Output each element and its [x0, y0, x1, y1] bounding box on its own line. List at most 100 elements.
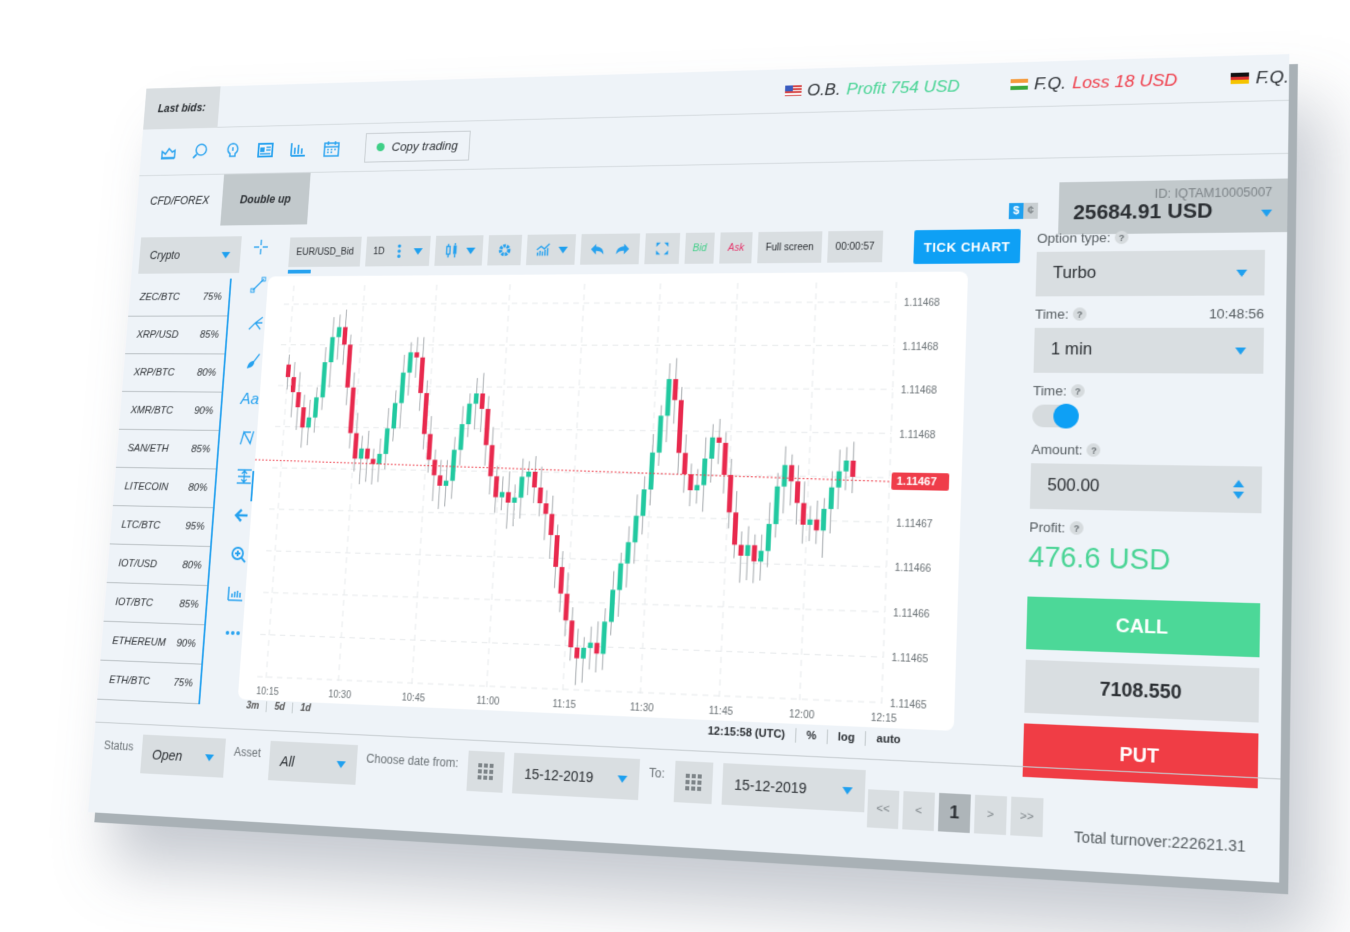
candle-down	[850, 460, 856, 477]
time-toggle-switch[interactable]	[1032, 404, 1080, 428]
current-page[interactable]: 1	[937, 792, 971, 834]
area-chart-icon[interactable]	[159, 143, 177, 161]
candle-up	[450, 449, 457, 481]
account-balance-dropdown[interactable]: ID: IQTAM10005007 25684.91 USD	[1058, 178, 1288, 235]
date-from-select[interactable]: 15-12-2019	[511, 752, 640, 801]
settings-button[interactable]	[487, 234, 523, 266]
prev-page-button[interactable]: <	[902, 791, 935, 832]
currency-toggle[interactable]: $ ¢	[1008, 202, 1039, 220]
last-page-button[interactable]: >>	[1010, 796, 1044, 838]
scale-percent[interactable]: %	[806, 730, 816, 743]
time-label: Time: ?	[1035, 306, 1087, 322]
help-icon[interactable]: ?	[1069, 521, 1084, 535]
period-3m[interactable]: 3m	[246, 701, 260, 712]
calendar-to-button[interactable]	[673, 760, 714, 805]
pitchfork-icon[interactable]	[246, 314, 265, 333]
asset-list[interactable]: ZEC/BTC 75% XRP/USD 85% XRP/BTC 80% XMR/BTC 90%…	[97, 278, 232, 705]
call-button[interactable]: CALL	[1026, 596, 1261, 658]
text-tool-icon[interactable]: Aa	[240, 390, 259, 409]
tick-chart-button[interactable]: TICK CHART	[913, 228, 1021, 265]
next-page-button[interactable]: >	[973, 794, 1008, 836]
increment-icon[interactable]	[1233, 479, 1245, 488]
first-page-button[interactable]: <<	[866, 789, 900, 830]
currency-dollar[interactable]: $	[1008, 202, 1024, 220]
status-select[interactable]: Open	[140, 734, 226, 778]
back-arrow-icon[interactable]	[232, 506, 251, 525]
period-1d[interactable]: 1d	[291, 702, 312, 715]
candle-down	[751, 545, 758, 562]
option-type-value: Turbo	[1052, 264, 1097, 283]
more-icon[interactable]	[223, 623, 242, 643]
tab-double-up[interactable]: Double up	[220, 172, 311, 226]
candle-up	[709, 437, 716, 459]
chevron-down-icon	[1236, 269, 1248, 277]
ask-button[interactable]: Ask	[719, 232, 753, 264]
asset-name: IOT/USD	[118, 557, 158, 571]
interval-select[interactable]: 1D	[365, 235, 431, 267]
asset-list-item[interactable]: ETH/BTC 75%	[97, 660, 202, 705]
copy-trading-button[interactable]: Copy trading	[364, 130, 471, 163]
asset-category-select[interactable]: Crypto	[138, 236, 242, 274]
currency-cent[interactable]: ¢	[1023, 202, 1039, 219]
indicators-select[interactable]	[525, 234, 576, 266]
amount-stepper[interactable]	[1232, 479, 1245, 500]
asset-list-item[interactable]: SAN/ETH 85%	[115, 429, 219, 470]
candle-wick	[337, 315, 340, 360]
time-select[interactable]: 1 min	[1033, 327, 1264, 374]
candle-up	[328, 337, 335, 363]
option-type-select[interactable]: Turbo	[1035, 249, 1266, 297]
brush-icon[interactable]	[243, 352, 262, 371]
asset-list-item[interactable]: LITECOIN 80%	[112, 467, 216, 509]
help-icon[interactable]: ?	[1070, 384, 1085, 398]
full-screen-button[interactable]: Full screen	[757, 231, 823, 264]
asset-list-item[interactable]: XRP/USD 85%	[125, 316, 228, 355]
help-icon[interactable]: ?	[1086, 443, 1101, 457]
symbol-tab[interactable]: EUR/USD_Bid	[288, 236, 362, 268]
ruler-icon[interactable]	[226, 584, 245, 604]
candle-down	[414, 352, 420, 358]
trend-line-icon[interactable]	[249, 276, 268, 295]
candlestick-chart[interactable]: 1.11468 1.11468 1.11468 1.11468 1.11467 1.114…	[238, 272, 968, 731]
period-5d[interactable]: 5d	[265, 701, 286, 714]
scale-auto[interactable]: auto	[876, 733, 901, 747]
date-to-select[interactable]: 15-12-2019	[721, 763, 866, 813]
crosshair-icon[interactable]	[252, 238, 271, 257]
gridline-vertical	[266, 286, 294, 681]
bid-result: Profit 754 USD	[846, 76, 961, 98]
asset-list-item[interactable]: IOT/BTC 85%	[103, 582, 208, 626]
help-icon[interactable]: ?	[1114, 230, 1129, 245]
y-tick-label: 1.11466	[893, 608, 931, 621]
asset-label: Asset	[233, 744, 262, 761]
asset-select[interactable]: All	[267, 740, 359, 785]
scale-log[interactable]: log	[838, 731, 855, 744]
asset-list-item[interactable]: XRP/BTC 80%	[121, 354, 225, 393]
calendar-icon[interactable]	[322, 139, 341, 158]
tab-cfd-forex[interactable]: CFD/FOREX	[135, 175, 224, 227]
candle-down	[483, 408, 491, 446]
decrement-icon[interactable]	[1232, 491, 1245, 500]
time-value: 1 min	[1050, 341, 1093, 359]
asset-list-item[interactable]: ETHEREUM 90%	[100, 621, 205, 665]
bid-button[interactable]: Bid	[684, 232, 716, 264]
pattern-icon[interactable]	[238, 428, 257, 447]
calendar-from-button[interactable]	[466, 750, 505, 793]
expand-button[interactable]	[644, 232, 681, 265]
price-chart[interactable]: 1.11468 1.11468 1.11468 1.11468 1.11467 1.114…	[237, 271, 969, 731]
news-icon[interactable]	[256, 140, 275, 159]
asset-list-item[interactable]: IOT/USD 80%	[106, 544, 211, 587]
globe-search-icon[interactable]	[191, 142, 209, 160]
redo-icon[interactable]	[612, 239, 632, 258]
lightbulb-icon[interactable]	[224, 141, 242, 160]
candle-wick	[740, 531, 742, 582]
asset-list-item[interactable]: XMR/BTC 90%	[118, 391, 222, 431]
undo-icon[interactable]	[588, 240, 608, 259]
chart-type-select[interactable]	[434, 235, 484, 266]
candle-down	[345, 344, 353, 388]
zoom-in-icon[interactable]	[229, 545, 248, 565]
asset-list-item[interactable]: ZEC/BTC 75%	[128, 278, 231, 317]
help-icon[interactable]: ?	[1072, 307, 1087, 321]
candlestick-stats-icon[interactable]	[289, 140, 308, 159]
asset-list-item[interactable]: LTC/BTC 95%	[109, 505, 213, 547]
amount-input[interactable]: 500.00	[1029, 463, 1263, 514]
asset-payout: 95%	[184, 520, 205, 533]
